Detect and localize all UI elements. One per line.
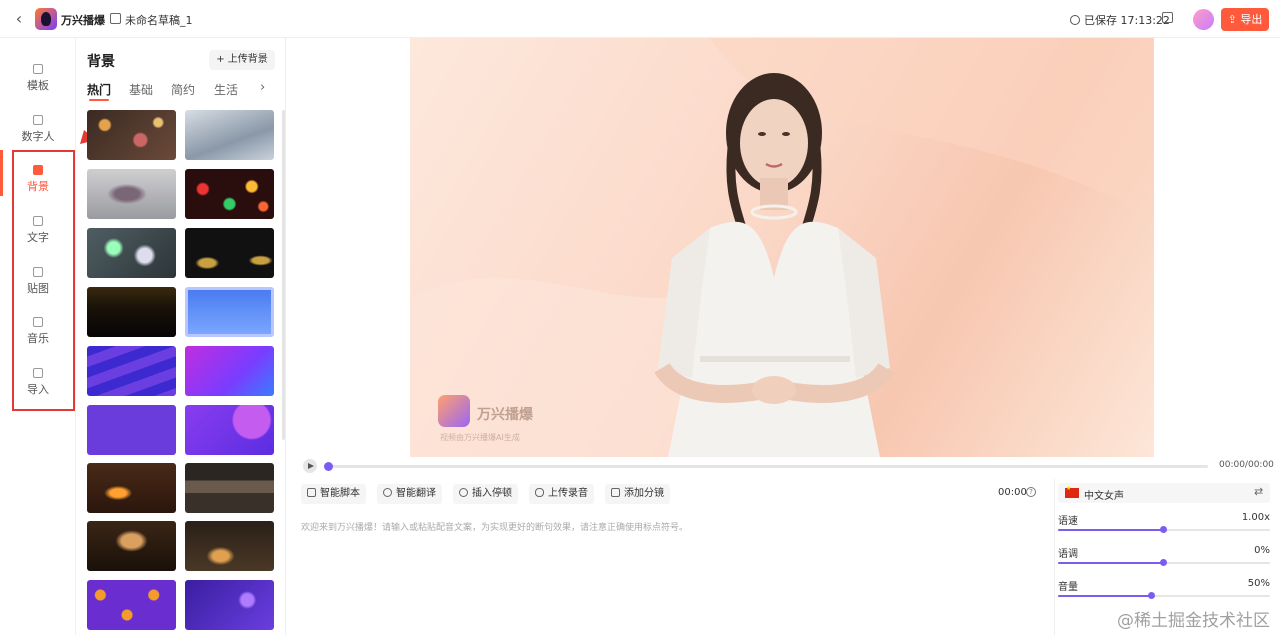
- playback-bar: 00:00/00:00: [303, 459, 1274, 473]
- nav-label: 数字人: [21, 130, 55, 143]
- param-label: 语调: [1058, 549, 1078, 560]
- background-thumbnail[interactable]: [185, 405, 274, 455]
- digital-avatar-illustration: [410, 38, 1154, 457]
- button-label: 上传录音: [548, 488, 588, 499]
- help-icon[interactable]: ?: [1026, 487, 1036, 497]
- background-thumbnail[interactable]: [87, 110, 176, 160]
- history-icon[interactable]: [1162, 12, 1173, 23]
- save-status: 已保存 17:13:22: [1070, 12, 1170, 28]
- background-thumbnail[interactable]: [87, 346, 176, 396]
- progress-knob[interactable]: [324, 462, 333, 471]
- slider-fill: [1058, 595, 1152, 597]
- export-label: 导出: [1240, 13, 1263, 26]
- script-icon: [307, 488, 316, 497]
- tab-simple[interactable]: 简约: [171, 81, 195, 98]
- doc-name[interactable]: 未命名草稿_1: [125, 12, 193, 28]
- watermark-text: 万兴播爆: [477, 407, 533, 423]
- param-label: 音量: [1058, 582, 1078, 593]
- video-canvas[interactable]: 万兴播爆 视频由万兴播爆AI生成: [410, 38, 1154, 457]
- app-logo: [35, 8, 57, 30]
- background-thumbnail[interactable]: [87, 287, 176, 337]
- script-duration: 00:00: [998, 487, 1027, 498]
- background-thumbnail[interactable]: [185, 463, 274, 513]
- watermark-logo: [438, 395, 470, 427]
- button-label: 添加分镜: [624, 488, 664, 499]
- background-thumbnail[interactable]: [185, 287, 274, 337]
- background-thumbnail[interactable]: [185, 110, 274, 160]
- background-thumbnail[interactable]: [87, 228, 176, 278]
- background-thumbnail[interactable]: [87, 405, 176, 455]
- slider-fill: [1058, 562, 1164, 564]
- check-circle-icon: [1070, 15, 1080, 25]
- button-label: 插入停顿: [472, 488, 512, 499]
- upload-background-button[interactable]: + 上传背景: [209, 50, 275, 70]
- tab-hot[interactable]: 热门: [87, 81, 111, 101]
- china-flag-icon: [1065, 485, 1079, 498]
- param-value: 0%: [1254, 545, 1270, 556]
- watermark-subtext: 视频由万兴播爆AI生成: [440, 433, 520, 442]
- site-watermark: @稀土掘金技术社区: [1117, 611, 1270, 631]
- button-label: 智能脚本: [320, 488, 360, 499]
- background-thumbnail[interactable]: [185, 228, 274, 278]
- script-input[interactable]: 欢迎来到万兴播爆！请输入或粘贴配音文案，为实现更好的断句效果，请注意正确使用标点…: [301, 520, 688, 533]
- volume-slider[interactable]: 音量 50%: [1058, 578, 1270, 606]
- tab-life[interactable]: 生活: [214, 81, 238, 98]
- editor-stage: 万兴播爆 视频由万兴播爆AI生成 00:00/00:00 智能脚本 智能翻译 插…: [287, 38, 1280, 635]
- nav-item-template[interactable]: 模板: [0, 58, 76, 104]
- background-thumbnail[interactable]: [87, 580, 176, 630]
- panel-scrollbar[interactable]: [282, 110, 285, 440]
- edit-icon[interactable]: [110, 13, 121, 24]
- param-value: 50%: [1247, 578, 1270, 589]
- top-bar: ‹ 万兴播爆 未命名草稿_1 已保存 17:13:22 ⇪ 导出: [0, 0, 1280, 38]
- add-shot-button[interactable]: 添加分镜: [605, 484, 670, 504]
- voice-selector[interactable]: 中文女声 ⇄: [1058, 483, 1270, 503]
- speed-slider[interactable]: 语速 1.00x: [1058, 512, 1270, 540]
- chevron-right-icon[interactable]: ›: [260, 80, 265, 95]
- save-status-text: 已保存 17:13:22: [1084, 14, 1170, 27]
- panel-title: 背景: [87, 54, 115, 70]
- background-thumbnail[interactable]: [87, 463, 176, 513]
- split-icon: [611, 488, 620, 497]
- nav-item-avatar[interactable]: 数字人: [0, 109, 76, 155]
- tab-basic[interactable]: 基础: [129, 81, 153, 98]
- background-thumbnail[interactable]: [185, 521, 274, 571]
- person-icon: [33, 115, 43, 125]
- insert-pause-button[interactable]: 插入停顿: [453, 484, 518, 504]
- microphone-icon: [535, 488, 544, 497]
- translate-icon: [383, 488, 392, 497]
- button-label: 智能翻译: [396, 488, 436, 499]
- slider-knob[interactable]: [1160, 526, 1167, 533]
- background-panel: 背景 + 上传背景 热门 基础 简约 生活 ›: [76, 38, 286, 635]
- smart-script-button[interactable]: 智能脚本: [301, 484, 366, 504]
- upload-recording-button[interactable]: 上传录音: [529, 484, 594, 504]
- export-button[interactable]: ⇪ 导出: [1221, 8, 1269, 31]
- swap-icon[interactable]: ⇄: [1254, 485, 1263, 498]
- time-display: 00:00/00:00: [1219, 460, 1274, 470]
- back-icon[interactable]: ‹: [10, 9, 28, 29]
- template-icon: [33, 64, 43, 74]
- background-thumbnail[interactable]: [185, 169, 274, 219]
- background-thumbnail[interactable]: [87, 521, 176, 571]
- active-indicator: [0, 150, 3, 196]
- voice-name: 中文女声: [1084, 491, 1124, 502]
- slider-fill: [1058, 529, 1164, 531]
- annotation-box: [12, 150, 75, 411]
- background-thumbnail[interactable]: [87, 169, 176, 219]
- nav-label: 模板: [27, 79, 49, 92]
- smart-translate-button[interactable]: 智能翻译: [377, 484, 442, 504]
- background-thumbnail[interactable]: [185, 580, 274, 630]
- progress-track[interactable]: [325, 465, 1208, 468]
- slider-knob[interactable]: [1148, 592, 1155, 599]
- param-value: 1.00x: [1241, 512, 1270, 523]
- script-toolbar: 智能脚本 智能翻译 插入停顿 上传录音 添加分镜: [301, 484, 1036, 504]
- clock-icon: [459, 488, 468, 497]
- play-icon[interactable]: [303, 459, 317, 473]
- background-thumbnail[interactable]: [185, 346, 274, 396]
- param-label: 语速: [1058, 516, 1078, 527]
- avatar[interactable]: [1193, 9, 1214, 30]
- app-name: 万兴播爆: [61, 14, 105, 27]
- slider-knob[interactable]: [1160, 559, 1167, 566]
- pitch-slider[interactable]: 语调 0%: [1058, 545, 1270, 573]
